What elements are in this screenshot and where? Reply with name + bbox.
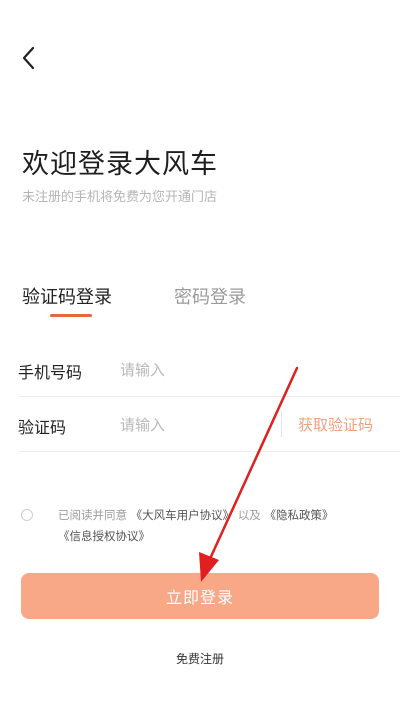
chevron-left-icon	[22, 46, 35, 70]
register-link[interactable]: 免费注册	[0, 650, 400, 667]
phone-input[interactable]	[120, 357, 270, 383]
code-separator	[281, 411, 282, 437]
agreement-prefix: 已阅读并同意	[58, 508, 127, 522]
tab-sms-code-login[interactable]: 验证码登录	[22, 283, 112, 309]
tab-password-login[interactable]: 密码登录	[174, 283, 246, 309]
code-label: 验证码	[18, 418, 67, 437]
privacy-policy-link[interactable]: 《隐私政策》	[264, 508, 333, 522]
login-button[interactable]: 立即登录	[21, 573, 379, 619]
agreement-radio[interactable]	[21, 509, 33, 521]
agreement-text: 已阅读并同意 《大风车用户协议》 以及 《隐私政策》 《信息授权协议》	[58, 505, 378, 547]
code-divider	[18, 451, 400, 452]
active-tab-indicator	[50, 314, 92, 317]
user-agreement-link[interactable]: 《大风车用户协议》	[131, 508, 235, 522]
back-button[interactable]	[14, 42, 42, 74]
phone-label: 手机号码	[18, 363, 83, 382]
agreement-and: 以及	[237, 508, 261, 522]
phone-divider	[18, 396, 400, 397]
get-code-button[interactable]: 获取验证码	[298, 414, 373, 435]
page-title: 欢迎登录大风车	[22, 149, 218, 180]
code-input[interactable]	[120, 412, 270, 438]
page-subtitle: 未注册的手机将免费为您开通门店	[22, 190, 218, 205]
info-auth-link[interactable]: 《信息授权协议》	[58, 529, 150, 543]
